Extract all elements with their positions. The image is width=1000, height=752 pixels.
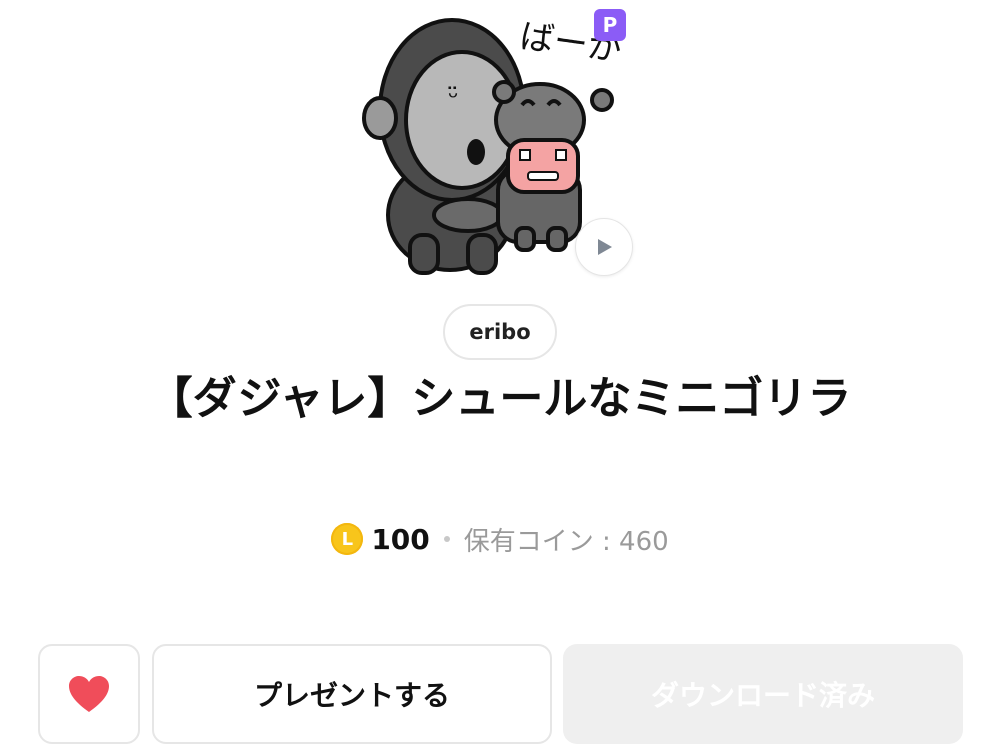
gift-button[interactable]: プレゼントする xyxy=(152,644,552,744)
coin-icon: L xyxy=(331,523,364,555)
author-link[interactable]: eribo xyxy=(443,304,557,360)
favorite-button[interactable] xyxy=(38,644,140,744)
price-amount: 100 xyxy=(371,522,430,556)
heart-icon xyxy=(69,676,109,712)
separator-dot xyxy=(443,536,450,542)
svg-text:ᵕ̈: ᵕ̈ xyxy=(448,83,459,113)
download-button: ダウンロード済み xyxy=(563,644,963,744)
premium-badge: P xyxy=(594,9,626,41)
owned-coins: 保有コイン : 460 xyxy=(463,526,669,557)
play-icon xyxy=(598,239,612,255)
sticker-title: 【ダジャレ】シュールなミニゴリラ xyxy=(148,373,852,424)
play-preview-button[interactable] xyxy=(575,218,633,276)
price-row: L 100 保有コイン : 460 xyxy=(0,519,1000,559)
